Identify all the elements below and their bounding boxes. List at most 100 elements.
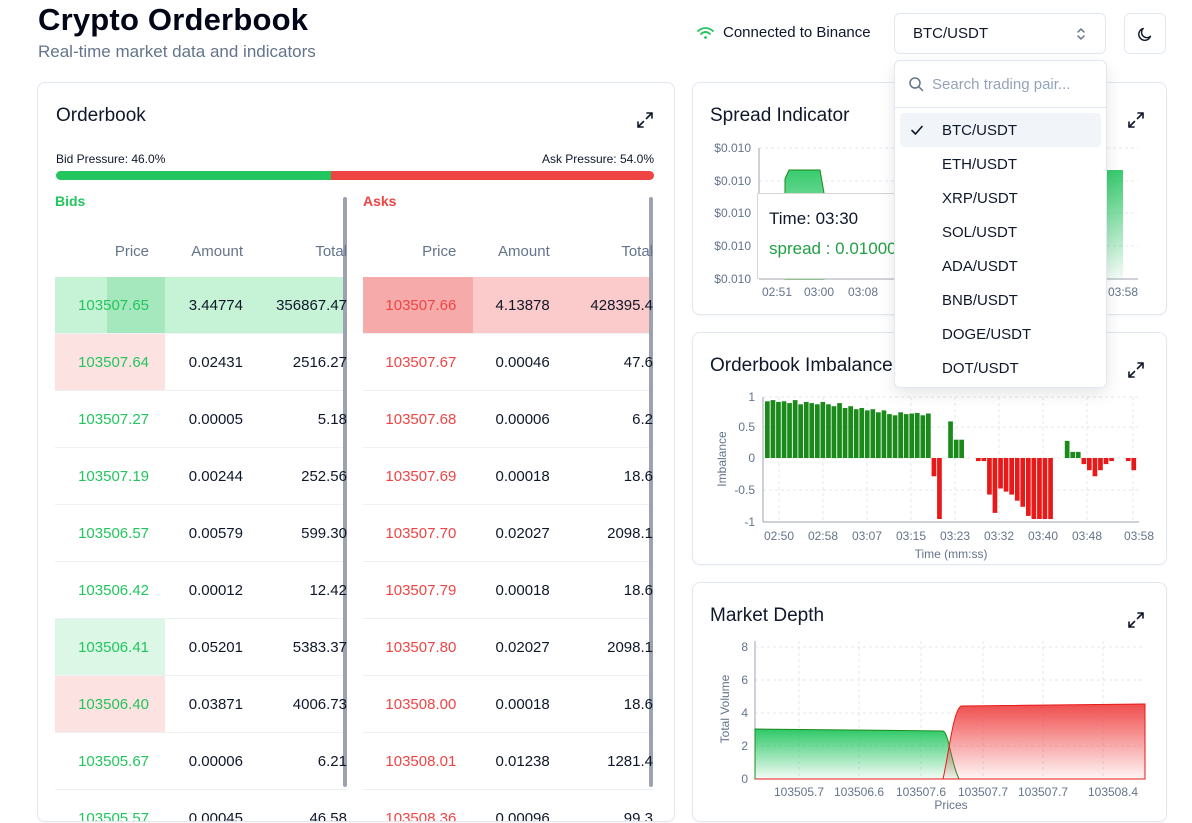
- bid-total: 5.18: [317, 410, 347, 428]
- x-axis-label: Time (mm:ss): [915, 547, 988, 561]
- bid-price: 103506.40: [78, 695, 149, 713]
- imbalance-bar: [826, 404, 831, 458]
- imbalance-bar: [1098, 458, 1103, 471]
- bid-row[interactable]: 103506.42 0.00012 12.42: [55, 562, 347, 619]
- ask-price: 103507.67: [385, 353, 457, 371]
- x-tick: 103508.4: [1088, 785, 1138, 799]
- y-tick: 4: [741, 706, 748, 720]
- ask-row[interactable]: 103508.36 0.00096 99.3: [363, 790, 653, 822]
- chevron-up-down-icon: [1077, 27, 1085, 40]
- ask-row[interactable]: 103507.70 0.02027 2098.1: [363, 505, 653, 562]
- imbalance-bar: [792, 400, 798, 458]
- imbalance-bar: [1075, 451, 1081, 458]
- bid-row[interactable]: 103505.57 0.00045 46.58: [55, 790, 347, 822]
- connection-label: Connected to Binance: [723, 24, 871, 41]
- pair-option[interactable]: ADA/USDT: [900, 249, 1101, 283]
- bid-price: 103505.67: [78, 752, 149, 770]
- amount-header: Amount: [191, 242, 243, 260]
- bid-row[interactable]: 103506.41 0.05201 5383.37: [55, 619, 347, 676]
- bid-row[interactable]: 103507.19 0.00244 252.56: [55, 448, 347, 505]
- x-tick: 02:58: [808, 529, 838, 543]
- x-tick: 103507.7: [958, 785, 1008, 799]
- y-tick: $0.010: [714, 206, 751, 220]
- ask-total: 1281.4: [607, 752, 653, 770]
- bid-total: 12.42: [309, 581, 347, 599]
- x-axis-label: Prices: [934, 798, 967, 812]
- pair-option[interactable]: ETH/USDT: [900, 147, 1101, 181]
- ask-row[interactable]: 103507.67 0.00046 47.6: [363, 334, 653, 391]
- bid-row[interactable]: 103507.27 0.00005 5.18: [55, 391, 347, 448]
- y-tick: $0.010: [714, 239, 751, 253]
- ask-row[interactable]: 103507.79 0.00018 18.6: [363, 562, 653, 619]
- imbalance-bar: [787, 403, 792, 458]
- y-tick: -1: [744, 515, 755, 529]
- imbalance-bar: [909, 413, 915, 458]
- moon-icon: [1138, 27, 1152, 41]
- price-header: Price: [114, 242, 149, 260]
- pair-option-label: BTC/USDT: [942, 121, 1017, 139]
- y-tick: 0: [748, 451, 755, 465]
- bid-row[interactable]: 103507.64 0.02431 2516.27: [55, 334, 347, 391]
- bid-pressure-label: Bid Pressure: 46.0%: [56, 152, 166, 166]
- x-tick: 103507.7: [1018, 785, 1068, 799]
- imbalance-bar: [914, 412, 920, 458]
- imbalance-bar: [1125, 458, 1131, 462]
- bid-row[interactable]: 103506.40 0.03871 4006.73: [55, 676, 347, 733]
- bid-total: 356867.47: [276, 296, 347, 314]
- bid-row[interactable]: 103507.65 3.44774 356867.47: [55, 277, 347, 334]
- ask-row[interactable]: 103508.01 0.01238 1281.4: [363, 733, 653, 790]
- imbalance-bar: [898, 412, 903, 459]
- ask-price: 103507.79: [385, 581, 457, 599]
- ask-amount: 0.00096: [495, 809, 550, 822]
- bid-row[interactable]: 103505.67 0.00006 6.21: [55, 733, 347, 790]
- imbalance-bar: [837, 403, 842, 458]
- pair-search[interactable]: Search trading pair...: [895, 61, 1106, 108]
- pair-option-label: ETH/USDT: [942, 155, 1017, 173]
- pair-search-input[interactable]: Search trading pair...: [932, 76, 1070, 93]
- pair-option-label: DOGE/USDT: [942, 325, 1032, 343]
- pair-option[interactable]: DOT/USDT: [900, 351, 1101, 385]
- theme-toggle-button[interactable]: [1124, 13, 1166, 54]
- imbalance-bar: [859, 408, 865, 458]
- y-tick: 0: [741, 772, 748, 786]
- orderbook-card: Orderbook Bid Pressure: 46.0% Ask Pressu…: [37, 82, 675, 822]
- x-tick: 103505.7: [774, 785, 824, 799]
- expand-icon[interactable]: [636, 111, 654, 129]
- y-tick: -0.5: [734, 483, 755, 497]
- bid-amount: 0.05201: [188, 638, 243, 656]
- bid-row[interactable]: 103506.57 0.00579 599.30: [55, 505, 347, 562]
- pair-option[interactable]: BNB/USDT: [900, 283, 1101, 317]
- imbalance-bar: [1031, 458, 1037, 519]
- ask-price: 103507.69: [385, 467, 457, 485]
- imbalance-bar: [781, 401, 787, 458]
- pair-option-label: SOL/USDT: [942, 223, 1018, 241]
- pair-option[interactable]: XRP/USDT: [900, 181, 1101, 215]
- ask-total: 18.6: [623, 467, 653, 485]
- pair-select[interactable]: BTC/USDT: [894, 13, 1106, 54]
- pair-option[interactable]: DOGE/USDT: [900, 317, 1101, 351]
- pair-option[interactable]: BTC/USDT: [900, 113, 1101, 147]
- x-tick: 03:15: [896, 529, 926, 543]
- pair-option[interactable]: SOL/USDT: [900, 215, 1101, 249]
- imbalance-bar: [1131, 458, 1137, 471]
- depth-chart: 0 2 4 6 8 103505.7 103506.6 103507.6 103…: [718, 640, 1146, 812]
- x-tick: 03:08: [848, 285, 878, 299]
- ask-row[interactable]: 103507.69 0.00018 18.6: [363, 448, 653, 505]
- imbalance-bar: [987, 458, 992, 495]
- ask-row[interactable]: 103507.68 0.00006 6.2: [363, 391, 653, 448]
- ask-row[interactable]: 103507.66 4.13878 428395.4: [363, 277, 653, 334]
- bid-total: 2516.27: [292, 353, 347, 371]
- bid-total: 5383.37: [292, 638, 347, 656]
- imbalance-bar: [981, 458, 987, 462]
- y-tick: $0.010: [714, 141, 751, 155]
- connection-status: Connected to Binance: [697, 24, 871, 41]
- ask-row[interactable]: 103508.00 0.00018 18.6: [363, 676, 653, 733]
- ask-price: 103508.00: [385, 695, 457, 713]
- imbalance-bar: [926, 413, 931, 458]
- imbalance-bar: [976, 458, 981, 462]
- x-tick: 03:58: [1108, 285, 1138, 299]
- pressure-bar: [56, 171, 654, 180]
- ask-row[interactable]: 103507.80 0.02027 2098.1: [363, 619, 653, 676]
- imbalance-bar: [937, 458, 942, 519]
- ask-amount: 0.01238: [495, 752, 550, 770]
